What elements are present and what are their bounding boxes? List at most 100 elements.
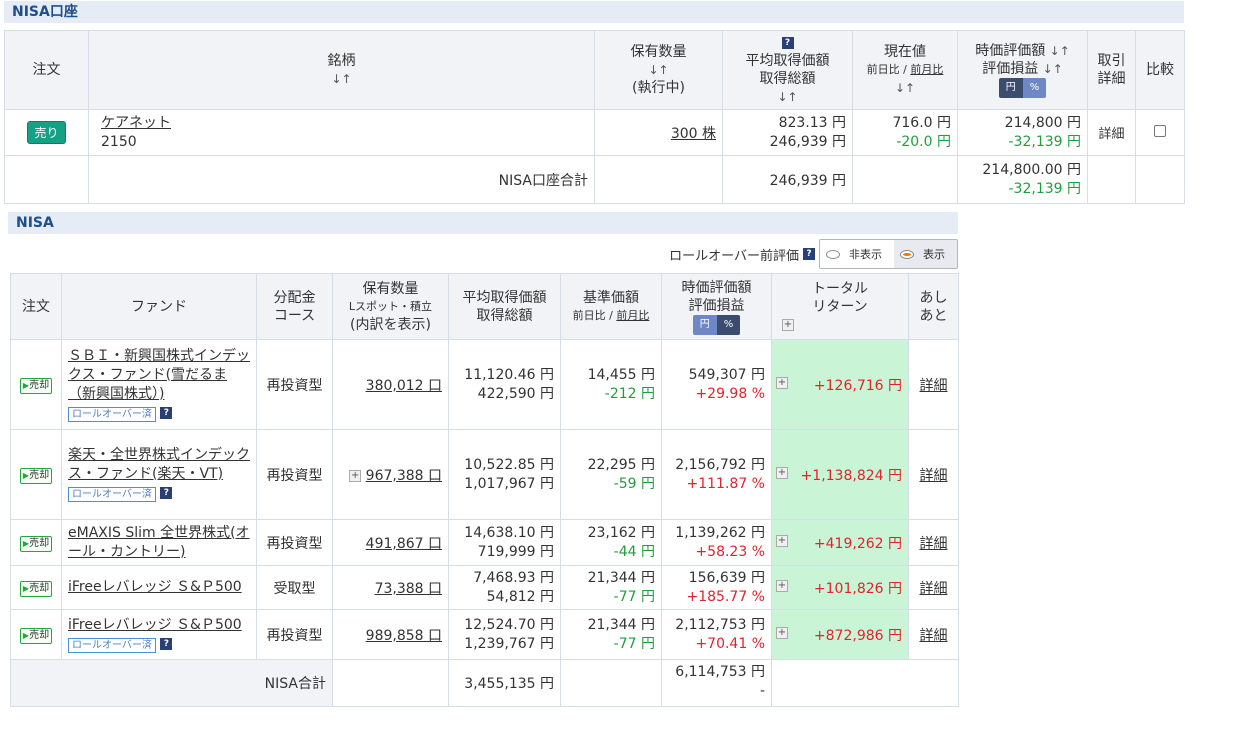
fund-name-link[interactable]: ＳＢＩ・新興国株式インデックス・ファンド(雪だるま（新興国株式）) <box>68 347 250 404</box>
header-value: 時価評価額 評価損益円% <box>661 273 772 340</box>
sell-button[interactable]: 売り <box>27 121 66 144</box>
sort-icon[interactable]: ↓↑ <box>1043 62 1063 76</box>
rollover-badge: ロールオーバー済 <box>68 487 156 502</box>
radio-hide[interactable]: 非表示 <box>820 240 894 268</box>
sell-button[interactable]: ▶売却 <box>19 467 53 484</box>
expand-plus-icon[interactable]: + <box>782 318 794 331</box>
header-name[interactable]: 銘柄 ↓↑ <box>88 30 595 110</box>
sort-icon[interactable]: ↓↑ <box>601 61 716 79</box>
fund-name-link[interactable]: iFreeレバレッジ Ｓ&Ｐ500 <box>68 616 250 635</box>
header-qty[interactable]: 保有数量 ↓↑ (執行中) <box>594 30 723 110</box>
sort-icon[interactable]: ↓↑ <box>729 88 846 106</box>
ashiato-detail-link[interactable]: 詳細 <box>920 378 948 394</box>
nisa-total-value: 6,114,753 円 <box>675 664 765 680</box>
total-cost: 422,590 円 <box>477 385 554 402</box>
avg-price: 14,638.10 円 <box>464 524 554 541</box>
header-order: 注文 <box>10 273 62 340</box>
fund-row: ▶売却 eMAXIS Slim 全世界株式(オール・カントリー) 再投資型 491,8… <box>10 519 959 566</box>
pnl-pct: +111.87 % <box>686 475 765 492</box>
header-trade-detail: 取引 詳細 <box>1087 30 1136 110</box>
help-icon[interactable]: ? <box>781 37 794 49</box>
total-cost: 54,812 円 <box>486 588 554 605</box>
prev-month-link[interactable]: 前月比 <box>616 309 649 322</box>
market-value: 156,639 円 <box>688 569 765 586</box>
help-icon[interactable]: ? <box>160 406 173 419</box>
total-cost: 719,999 円 <box>477 543 554 560</box>
sort-icon[interactable]: ↓↑ <box>859 79 951 97</box>
help-icon[interactable]: ? <box>803 248 815 260</box>
avg-price: 11,120.46 円 <box>464 366 554 383</box>
yen-pct-toggle[interactable]: 円% <box>998 78 1047 98</box>
expand-plus-icon[interactable]: + <box>349 469 362 482</box>
base-price: 21,344 円 <box>587 616 655 633</box>
expand-plus-icon[interactable]: + <box>776 534 788 547</box>
yen-pct-toggle[interactable]: 円% <box>692 314 741 335</box>
toggle-pct[interactable]: % <box>716 314 741 335</box>
sell-button[interactable]: ▶売却 <box>19 377 53 394</box>
expand-plus-icon[interactable]: + <box>776 376 788 389</box>
nisa-fund-table: 注文 ファンド 分配金 コース 保有数量 Lスポット・積立 (内訳を表示) 平均取得価… <box>10 273 959 707</box>
sort-icon[interactable]: ↓↑ <box>1050 44 1070 58</box>
toggle-yen[interactable]: 円 <box>998 78 1023 98</box>
fund-row: ▶売却 ＳＢＩ・新興国株式インデックス・ファンド(雪だるま（新興国株式）) ロールオ… <box>10 339 959 430</box>
sort-icon[interactable]: ↓↑ <box>95 70 588 88</box>
price-change: -77 円 <box>613 588 655 605</box>
compare-checkbox[interactable] <box>1154 124 1166 137</box>
fund-name-link[interactable]: eMAXIS Slim 全世界株式(オール・カントリー) <box>68 524 250 562</box>
ashiato-detail-link[interactable]: 詳細 <box>920 581 948 597</box>
show-breakdown-link[interactable]: (内訳を表示) <box>339 316 442 334</box>
ashiato-detail-link[interactable]: 詳細 <box>920 468 948 484</box>
pnl-pct: +29.98 % <box>695 385 765 402</box>
header-avg: 平均取得価額 取得総額 <box>448 273 561 340</box>
header-qty[interactable]: 保有数量 Lスポット・積立 (内訳を表示) <box>332 273 449 340</box>
price-change: -77 円 <box>613 635 655 652</box>
expand-plus-icon[interactable]: + <box>776 466 788 479</box>
prev-month-link[interactable]: 前月比 <box>910 63 943 76</box>
header-price[interactable]: 現在値 前日比 / 前月比 ↓↑ <box>852 30 958 110</box>
stock-name-link[interactable]: ケアネット <box>101 114 588 133</box>
trade-detail-link[interactable]: 詳細 <box>1098 127 1124 142</box>
ashiato-detail-link[interactable]: 詳細 <box>920 536 948 552</box>
nisa-total-label: NISA合計 <box>10 659 333 707</box>
total-value: 214,800.00 円 <box>982 161 1081 178</box>
total-cost: 1,017,967 円 <box>464 475 554 492</box>
header-fund: ファンド <box>61 273 257 340</box>
qty-link[interactable]: 300 株 <box>671 126 716 142</box>
pnl-pct: +58.23 % <box>695 543 765 560</box>
total-return: +1,138,824 円 <box>800 467 902 484</box>
ashiato-detail-link[interactable]: 詳細 <box>920 628 948 644</box>
market-value: 549,307 円 <box>688 366 765 383</box>
radio-show[interactable]: 表示 <box>894 240 957 268</box>
rollover-badge: ロールオーバー済 <box>68 637 156 653</box>
header-avg[interactable]: ? 平均取得価額 取得総額 ↓↑ <box>722 30 853 110</box>
qty-link[interactable]: 73,388 口 <box>375 581 442 597</box>
header-value[interactable]: 時価評価額 ↓↑ 評価損益 ↓↑ 円% <box>957 30 1088 110</box>
qty-link[interactable]: 380,012 口 <box>366 378 442 394</box>
expand-plus-icon[interactable]: + <box>776 626 788 639</box>
expand-plus-icon[interactable]: + <box>776 579 788 592</box>
sell-button[interactable]: ▶売却 <box>19 580 53 597</box>
avg-price: 7,468.93 円 <box>473 569 554 586</box>
price-change: -212 円 <box>604 385 655 402</box>
price-change: -44 円 <box>613 543 655 560</box>
fund-row: ▶売却 iFreeレバレッジ Ｓ&Ｐ500 受取型 73,388 口 7,468.93 … <box>10 565 959 610</box>
header-total-return: トータル リターン + <box>771 273 909 340</box>
sell-button[interactable]: ▶売却 <box>19 627 53 644</box>
toggle-pct[interactable]: % <box>1022 78 1047 98</box>
fund-name-link[interactable]: 楽天・全世界株式インデックス・ファンド(楽天・VT) <box>68 446 250 484</box>
dist-course: 再投資型 <box>256 339 333 430</box>
qty-link[interactable]: 989,858 口 <box>366 628 442 644</box>
qty-link[interactable]: 491,867 口 <box>366 536 442 552</box>
nisa-total-pnl: - <box>759 683 765 699</box>
total-row: NISA口座合計 246,939 円 214,800.00 円 -32,139 円 <box>4 155 1185 204</box>
fund-row: ▶売却 iFreeレバレッジ Ｓ&Ｐ500 ロールオーバー済 ? 再投資型 989,85… <box>10 609 959 660</box>
total-return: +101,826 円 <box>813 580 902 597</box>
total-cost: 1,239,767 円 <box>464 635 554 652</box>
fund-name-link[interactable]: iFreeレバレッジ Ｓ&Ｐ500 <box>68 578 250 597</box>
rollover-badge: ロールオーバー済 <box>68 406 156 422</box>
qty-link[interactable]: 967,388 口 <box>366 468 442 484</box>
help-icon[interactable]: ? <box>160 637 173 650</box>
help-icon[interactable]: ? <box>160 487 173 499</box>
sell-button[interactable]: ▶売却 <box>19 535 53 552</box>
toggle-yen[interactable]: 円 <box>692 314 717 335</box>
